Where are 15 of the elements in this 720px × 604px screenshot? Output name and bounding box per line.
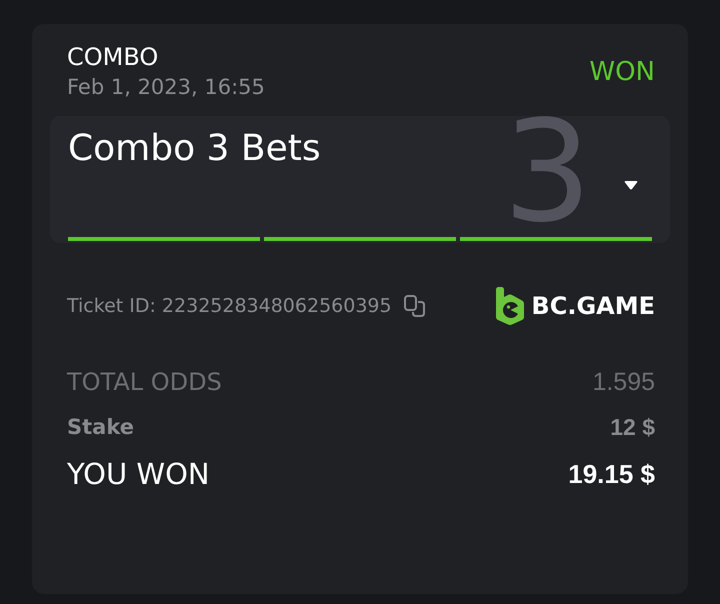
ticket-id: Ticket ID: 2232528348062560395 bbox=[67, 294, 392, 318]
winnings-label: YOU WON bbox=[67, 457, 210, 491]
combo-title: Combo 3 Bets bbox=[68, 128, 321, 170]
winnings-value: 19.15 $ bbox=[568, 458, 655, 491]
stake-value: 12 $ bbox=[610, 413, 655, 442]
brand-name: BC.GAME bbox=[531, 291, 655, 321]
bet-date: Feb 1, 2023, 16:55 bbox=[67, 74, 265, 100]
status-label: WON bbox=[589, 57, 655, 87]
logo-icon bbox=[495, 287, 526, 325]
bet-type-label: COMBO bbox=[67, 44, 160, 70]
odds-value: 1.595 bbox=[592, 367, 655, 397]
caret-icon[interactable] bbox=[624, 181, 638, 190]
stake-label: Stake bbox=[67, 414, 134, 441]
odds-label: TOTAL ODDS bbox=[67, 367, 222, 397]
copy-icon[interactable] bbox=[404, 295, 426, 317]
